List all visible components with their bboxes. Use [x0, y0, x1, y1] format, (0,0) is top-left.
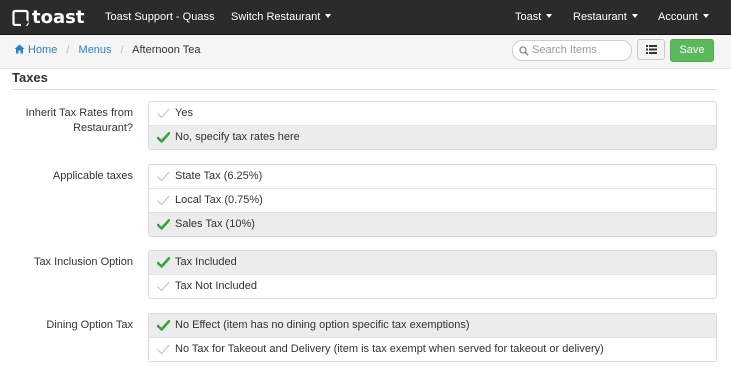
- restaurant-menu[interactable]: Restaurant: [573, 0, 638, 34]
- check-icon: [157, 219, 170, 230]
- applicable-taxes-options: State Tax (6.25%) Local Tax (0.75%) Sales …: [148, 164, 717, 237]
- list-icon: [645, 45, 657, 54]
- check-icon: [157, 257, 170, 268]
- toast-menu[interactable]: Toast: [515, 0, 553, 34]
- breadcrumb-current: Afternoon Tea: [132, 44, 201, 56]
- account-menu[interactable]: Account: [658, 0, 709, 34]
- dining-option-label: No Tax for Takeout and Delivery (item is…: [175, 343, 604, 355]
- inherit-tax-options: Yes No, specify tax rates here: [148, 101, 717, 150]
- caret-down-icon: [631, 14, 638, 18]
- breadcrumb: Home / Menus / Afternoon Tea: [14, 35, 200, 68]
- inclusion-option[interactable]: Tax Included: [149, 251, 716, 274]
- applicable-option[interactable]: Sales Tax (10%): [149, 212, 716, 236]
- dining-option[interactable]: No Effect (item has no dining option spe…: [149, 314, 716, 337]
- caret-down-icon: [702, 14, 709, 18]
- dining-option-tax-label: Dining Option Tax: [46, 319, 133, 331]
- breadcrumb-home-label: Home: [28, 44, 58, 56]
- applicable-option[interactable]: Local Tax (0.75%): [149, 188, 716, 212]
- search-icon: [519, 46, 529, 56]
- inherit-option[interactable]: No, specify tax rates here: [149, 125, 716, 149]
- inclusion-option[interactable]: Tax Not Included: [149, 274, 716, 298]
- toast-logo-icon: [12, 9, 29, 26]
- section-title: Taxes: [12, 70, 48, 85]
- dining-option[interactable]: No Tax for Takeout and Delivery (item is…: [149, 337, 716, 361]
- check-icon: [157, 171, 170, 182]
- home-icon: [14, 44, 25, 54]
- dining-option-label: No Effect (item has no dining option spe…: [175, 319, 470, 331]
- applicable-option[interactable]: State Tax (6.25%): [149, 165, 716, 188]
- breadcrumb-menus[interactable]: Menus: [79, 44, 112, 56]
- save-button[interactable]: Save: [670, 39, 714, 62]
- inclusion-option-label: Tax Included: [175, 256, 237, 268]
- top-navbar: toast Toast Support - Quass Switch Resta…: [0, 0, 731, 35]
- support-user-link[interactable]: Toast Support - Quass: [105, 0, 214, 34]
- restaurant-menu-label: Restaurant: [573, 11, 627, 23]
- tax-inclusion-label: Tax Inclusion Option: [33, 256, 133, 268]
- inclusion-option-label: Tax Not Included: [175, 280, 257, 292]
- toast-menu-label: Toast: [515, 11, 542, 23]
- search-input[interactable]: [532, 42, 627, 58]
- tax-inclusion-options: Tax Included Tax Not Included: [148, 250, 717, 299]
- search-box[interactable]: [512, 40, 632, 61]
- breadcrumb-home[interactable]: Home: [14, 44, 60, 56]
- switch-restaurant-menu[interactable]: Switch Restaurant: [231, 0, 332, 34]
- caret-down-icon: [325, 14, 332, 18]
- check-icon: [157, 281, 170, 292]
- section-divider: [12, 89, 717, 90]
- check-icon: [157, 132, 170, 143]
- applicable-option-label: Local Tax (0.75%): [175, 194, 263, 206]
- logo-text: toast: [32, 6, 85, 28]
- breadcrumb-separator: /: [120, 44, 124, 56]
- inherit-tax-label: Inherit Tax Rates from Restaurant?: [25, 107, 133, 134]
- dining-option-tax-options: No Effect (item has no dining option spe…: [148, 313, 717, 362]
- list-view-button[interactable]: [637, 39, 665, 60]
- inherit-option-label: Yes: [175, 107, 193, 119]
- check-icon: [157, 108, 170, 119]
- applicable-taxes-label: Applicable taxes: [52, 170, 133, 182]
- check-icon: [157, 320, 170, 331]
- account-menu-label: Account: [658, 11, 698, 23]
- inherit-option[interactable]: Yes: [149, 102, 716, 125]
- toast-logo[interactable]: toast: [12, 6, 84, 28]
- applicable-option-label: Sales Tax (10%): [175, 218, 255, 230]
- caret-down-icon: [546, 14, 553, 18]
- breadcrumb-separator: /: [66, 44, 70, 56]
- switch-restaurant-label: Switch Restaurant: [231, 11, 321, 23]
- check-icon: [157, 195, 170, 206]
- applicable-option-label: State Tax (6.25%): [175, 170, 263, 182]
- check-icon: [157, 344, 170, 355]
- inherit-option-label: No, specify tax rates here: [175, 131, 300, 143]
